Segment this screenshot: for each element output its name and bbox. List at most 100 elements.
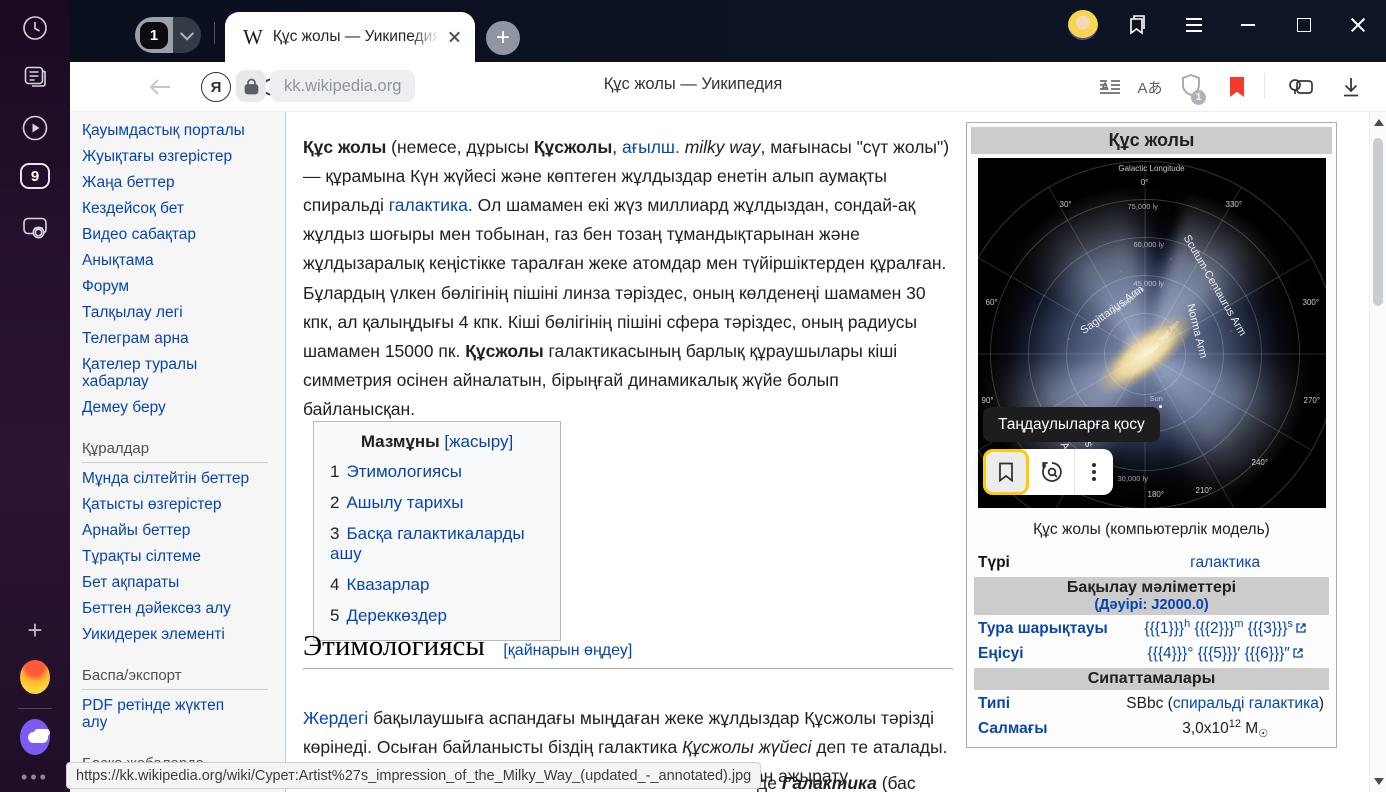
feed-panels-icon[interactable] xyxy=(20,61,50,91)
bookmarks-panel-icon[interactable] xyxy=(1120,9,1152,41)
yandex-services-icon[interactable]: Я xyxy=(201,72,231,102)
cloud-service-icon[interactable] xyxy=(20,722,50,752)
sidebar-link[interactable]: Жуықтағы өзгерістер xyxy=(82,148,285,165)
image-more-button[interactable] xyxy=(1074,449,1113,495)
sidebar-link[interactable]: Арнайы беттер xyxy=(82,522,285,539)
reader-mode-icon[interactable]: A xyxy=(1095,72,1125,102)
kebab-menu-icon xyxy=(1092,463,1096,481)
sidebar-link[interactable]: Талқылау легі xyxy=(82,304,285,321)
translate-icon[interactable]: Aあ xyxy=(1135,72,1165,102)
sidebar-link[interactable]: Қателер туралы хабарлау xyxy=(82,356,252,390)
active-tab[interactable]: W Құс жолы — Уикипедия xyxy=(225,12,475,62)
wiki-sidebar: Қауымдастық порталы Жуықтағы өзгерістер … xyxy=(70,112,286,792)
wikipedia-favicon: W xyxy=(243,25,263,50)
video-play-icon[interactable] xyxy=(20,113,50,143)
toolbar-divider xyxy=(1264,73,1265,99)
edit-section-link[interactable]: [қайнарын өңдеу] xyxy=(503,642,632,659)
sidebar-link[interactable]: Қатысты өзгерістер xyxy=(82,496,285,513)
toc-link[interactable]: Басқа галактикаларды ашу xyxy=(330,524,525,563)
link-galaxy-type[interactable]: галактика xyxy=(1190,554,1260,571)
sidebar-more-icon[interactable]: ••• xyxy=(20,762,50,792)
history-clock-icon[interactable] xyxy=(20,13,50,43)
profile-avatar[interactable] xyxy=(1067,9,1099,41)
sidebar-link[interactable]: Қауымдастық порталы xyxy=(82,122,285,139)
table-of-contents: Мазмұны [жасыру] 1Этимологиясы 2Ашылу та… xyxy=(313,421,561,641)
sidebar-link[interactable]: Мұнда сілтейтін беттер xyxy=(82,470,285,487)
row-label: Түрі xyxy=(974,552,1118,574)
yandex-mail-icon[interactable] xyxy=(20,662,50,692)
scroll-down-arrow[interactable] xyxy=(1374,778,1384,785)
row-label: Тура шарықтауы xyxy=(974,618,1118,640)
toc-link[interactable]: Этимологиясы xyxy=(346,462,461,481)
back-icon[interactable] xyxy=(145,72,175,102)
address-bar[interactable]: kk.wikipedia.org xyxy=(270,70,415,102)
toc-hide-link[interactable]: [жасыру] xyxy=(444,432,513,451)
chevron-down-icon xyxy=(180,27,194,41)
minimize-button[interactable] xyxy=(1232,9,1264,41)
sidebar-link[interactable]: Жаңа беттер xyxy=(82,174,285,191)
sidebar-link[interactable]: Анықтама xyxy=(82,252,285,269)
shield-badge: 1 xyxy=(1191,90,1206,105)
sidebar-link[interactable]: Бет ақпараты xyxy=(82,574,285,591)
image-search-icon xyxy=(1040,460,1064,484)
sidebar-section-tools: Құралдар xyxy=(82,440,268,463)
new-tab-button[interactable]: + xyxy=(486,21,520,55)
bookmark-red-icon[interactable] xyxy=(1222,72,1252,102)
sidebar-link[interactable]: Форум xyxy=(82,278,285,295)
intro-paragraph: Құс жолы (немесе, дұрысы Құсжолы, ағылш.… xyxy=(303,133,955,425)
article-bold-term: Құс жолы xyxy=(303,137,386,157)
url-text: kk.wikipedia.org xyxy=(284,77,401,96)
toc-item: 3Басқа галактикаларды ашу xyxy=(330,524,560,564)
tab-title: Құс жолы — Уикипедия xyxy=(273,28,445,46)
image-search-button[interactable] xyxy=(1029,449,1074,495)
sidebar-link[interactable]: PDF ретінде жүктеп алу xyxy=(82,697,247,731)
download-icon[interactable] xyxy=(1336,72,1366,102)
sidebar-link[interactable]: Демеу беру xyxy=(82,399,285,416)
scrollbar-thumb[interactable] xyxy=(1373,138,1383,306)
browser-sidebar: 9 + ••• xyxy=(0,0,70,792)
tab-counter[interactable]: 1 xyxy=(135,17,201,53)
row-label: Типі xyxy=(974,693,1118,715)
link-earth[interactable]: Жердегі xyxy=(303,708,368,728)
galaxy-label-75kly: 75,000 ly xyxy=(1128,202,1158,211)
scroll-up-arrow[interactable] xyxy=(1374,119,1384,126)
sidebar-link[interactable]: Видео сабақтар xyxy=(82,226,285,243)
shield-icon[interactable]: 1 xyxy=(1176,72,1206,102)
sidebar-link[interactable]: Телеграм арна xyxy=(82,330,285,347)
toc-link[interactable]: Квазарлар xyxy=(346,575,429,594)
bookmark-image-button[interactable] xyxy=(983,449,1029,495)
galaxy-grid xyxy=(1145,354,1146,355)
sidebar-link[interactable]: Беттен дәйексөз алу xyxy=(82,600,285,617)
page-title: Құс жолы — Уикипедия xyxy=(604,75,783,94)
extensions-icon[interactable] xyxy=(1286,72,1316,102)
sidebar-link[interactable]: Уикидерек элементі xyxy=(82,626,285,643)
toc-link[interactable]: Дереккөздер xyxy=(346,606,446,625)
link-english[interactable]: ағылш. xyxy=(622,137,680,157)
galaxy-label-90deg: 90° xyxy=(982,396,994,405)
tab-close-icon[interactable] xyxy=(445,27,465,47)
ra-value-link[interactable]: {{{1}}}h {{{2}}}m {{{3}}}s xyxy=(1144,620,1305,637)
lock-icon[interactable] xyxy=(236,70,266,102)
page-scrollbar[interactable] xyxy=(1369,112,1386,792)
maximize-button[interactable] xyxy=(1288,9,1320,41)
add-to-favorites-tooltip: Таңдаулыларға қосу xyxy=(983,407,1160,442)
toc-link[interactable]: Ашылу тарихы xyxy=(346,493,463,512)
red-link-spiral-galaxy[interactable]: спиральді галактика xyxy=(1173,695,1319,712)
link-galaxy[interactable]: галактика xyxy=(389,195,468,215)
dec-value-link[interactable]: {{{4}}}° {{{5}}}′ {{{6}}}″ xyxy=(1148,645,1303,662)
avatar xyxy=(1068,10,1098,40)
sidebar-add-icon[interactable]: + xyxy=(20,615,50,645)
tab-groups-badge[interactable]: 9 xyxy=(20,161,50,191)
menu-icon[interactable] xyxy=(1178,9,1210,41)
galaxy-label-30deg: 30° xyxy=(1060,200,1072,209)
screenshot-camera-icon[interactable] xyxy=(20,213,50,243)
image-action-bar xyxy=(983,449,1113,495)
galaxy-label-300deg: 300° xyxy=(1303,298,1320,307)
sidebar-link[interactable]: Кездейсоқ бет xyxy=(82,200,285,217)
epoch-link[interactable]: (Дәуірі: J2000.0) xyxy=(978,597,1325,613)
tab-list-dropdown[interactable] xyxy=(173,17,201,53)
sidebar-link[interactable]: Тұрақты сілтеме xyxy=(82,548,285,565)
toc-item: 4Квазарлар xyxy=(330,575,560,595)
close-button[interactable] xyxy=(1342,9,1374,41)
table-section-row: Сипаттамалары xyxy=(974,668,1329,690)
